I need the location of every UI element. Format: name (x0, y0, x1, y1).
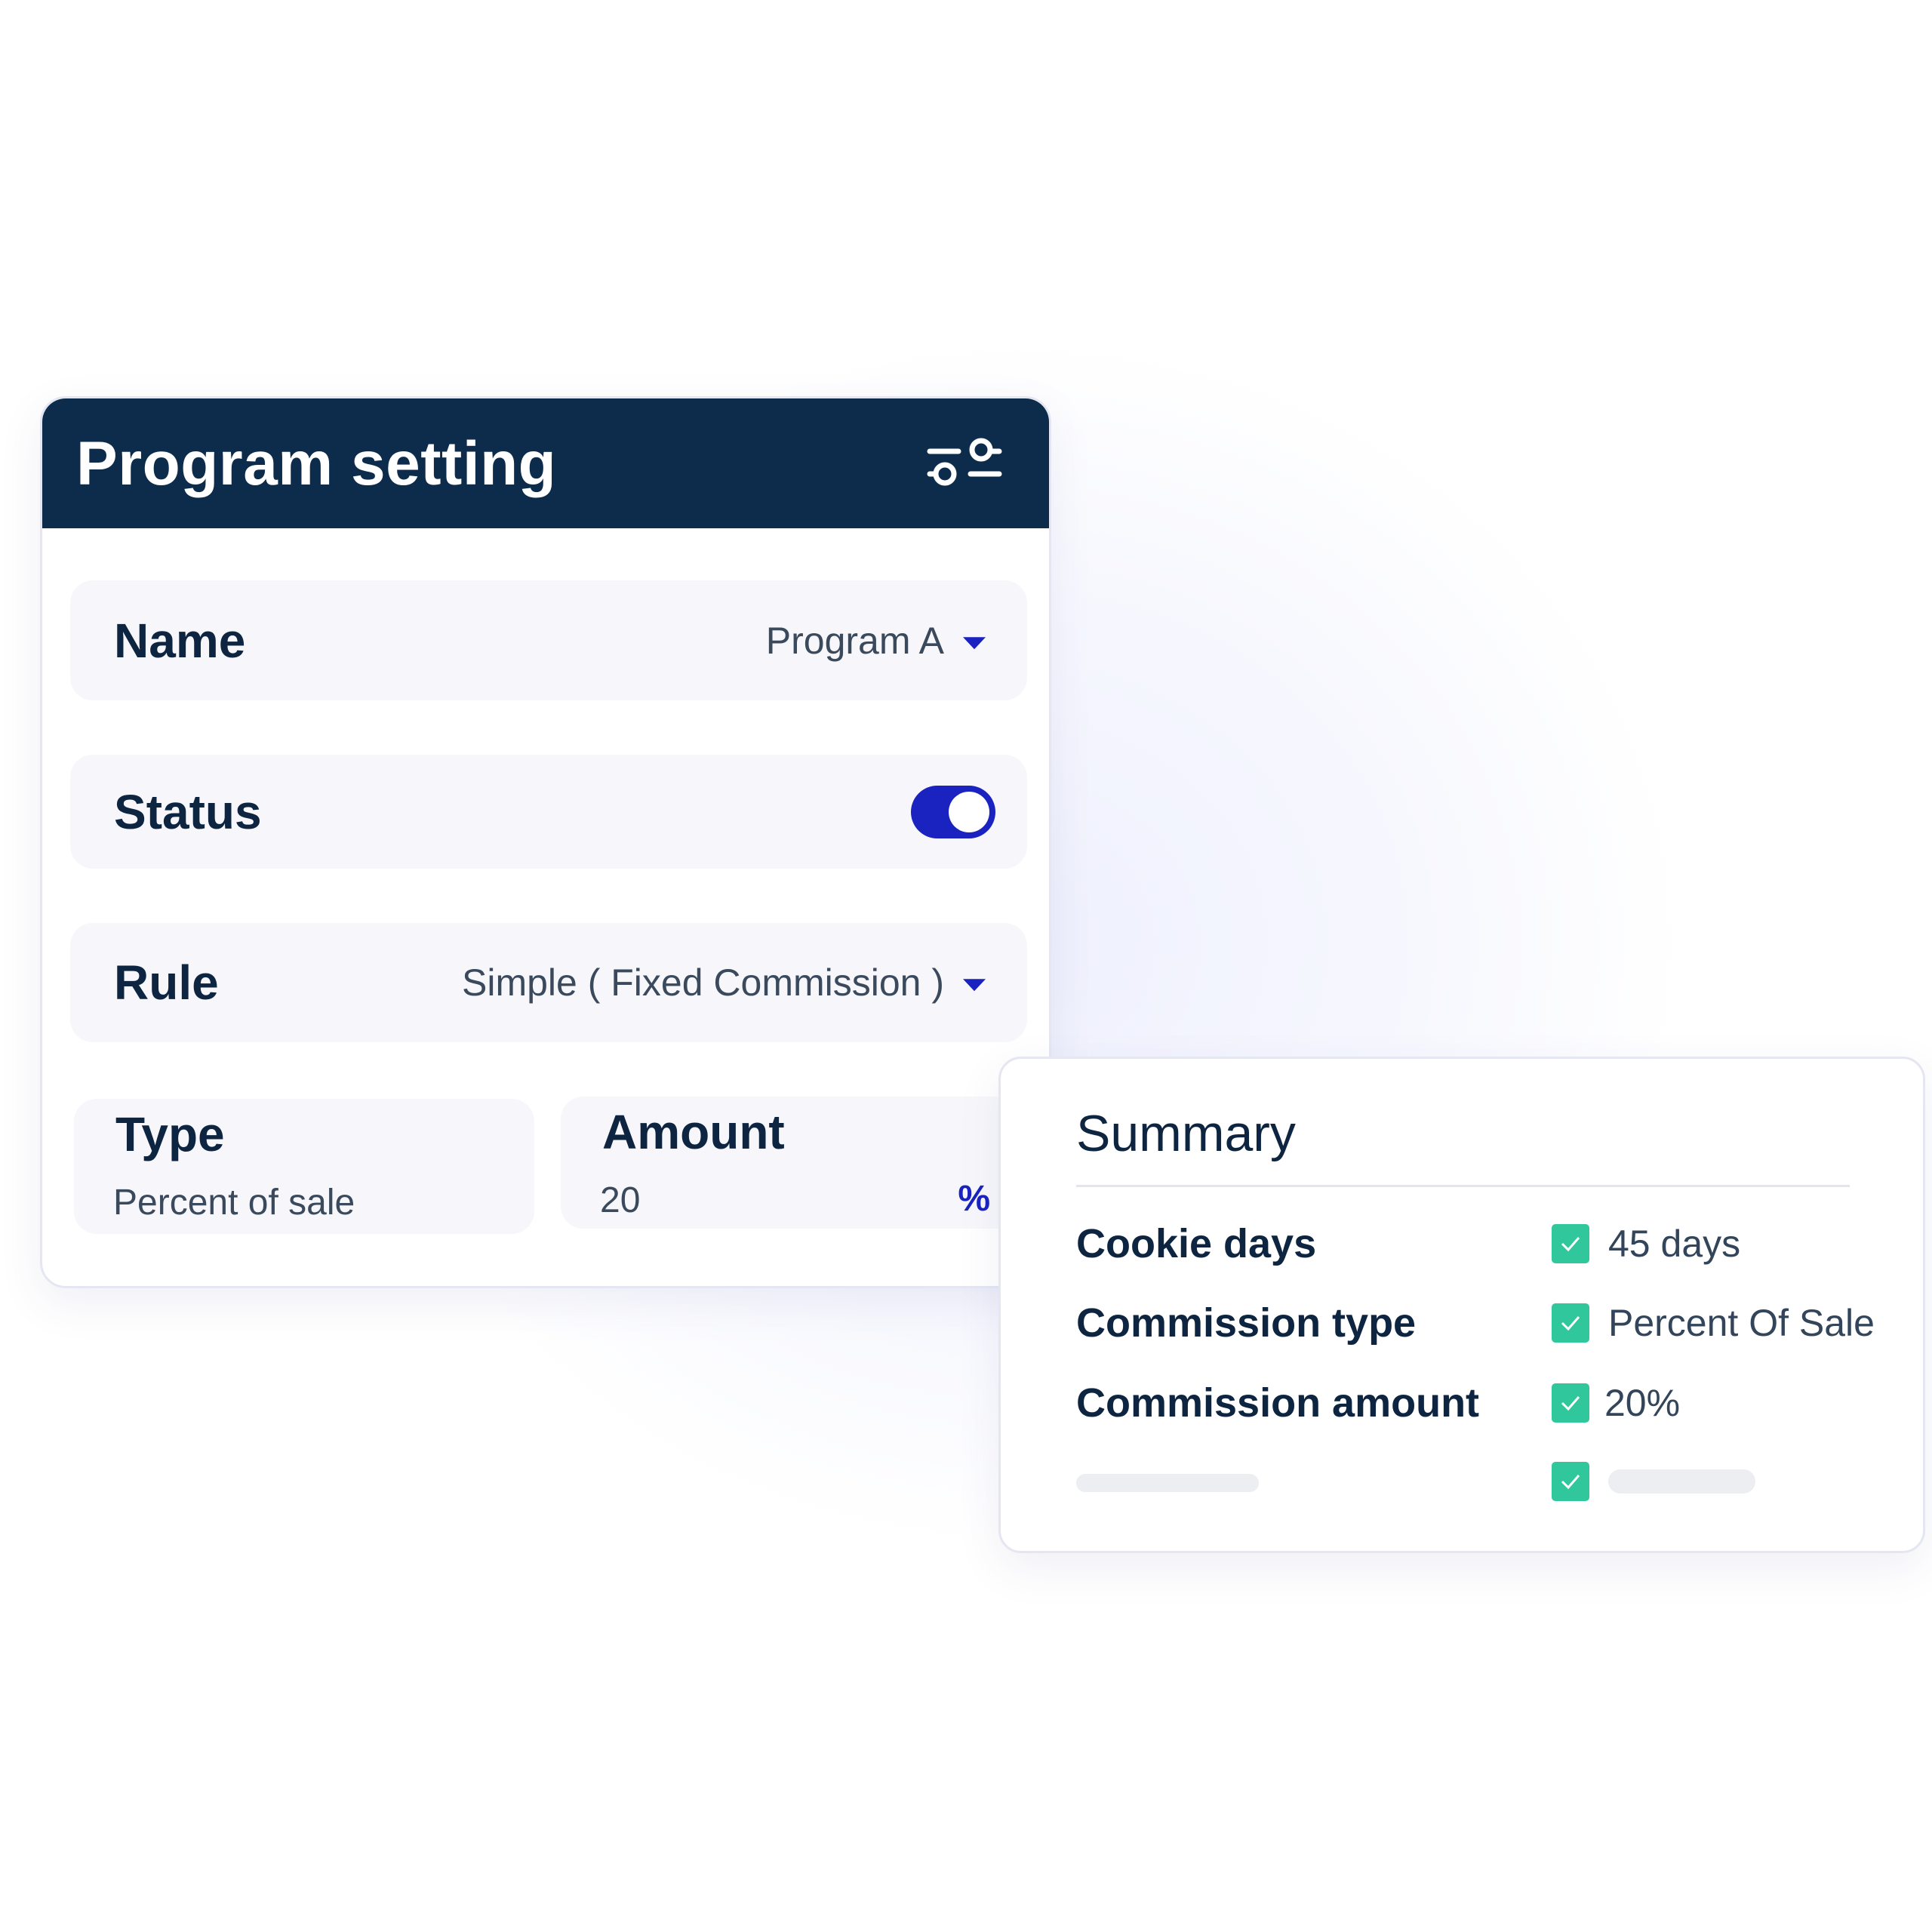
divider (1076, 1185, 1850, 1187)
summary-label: Commission type (1076, 1300, 1417, 1346)
rule-value: Simple ( Fixed Commission ) (461, 961, 944, 1004)
sliders-icon[interactable] (927, 438, 1002, 491)
name-dropdown[interactable]: Name Program A (70, 580, 1027, 700)
summary-value: Percent Of Sale (1608, 1302, 1875, 1344)
program-setting-card: Program setting Name Program A Status Ru… (40, 396, 1051, 1288)
chevron-down-icon (963, 636, 986, 649)
summary-label: Cookie days (1076, 1221, 1317, 1266)
amount-label: Amount (602, 1105, 785, 1159)
summary-card: Summary Cookie days 45 days Commission t… (998, 1057, 1925, 1553)
summary-row: Commission type Percent Of Sale (1076, 1293, 1906, 1353)
amount-input[interactable]: 20 (600, 1180, 640, 1221)
card-title: Program setting (76, 429, 557, 498)
percent-unit: % (958, 1179, 990, 1219)
checkbox-checked-icon (1552, 1224, 1589, 1263)
checkbox-checked-icon (1552, 1303, 1589, 1343)
summary-value: 20% (1604, 1382, 1681, 1424)
name-label: Name (114, 613, 246, 668)
status-row: Status (70, 755, 1027, 869)
summary-title: Summary (1076, 1105, 1296, 1162)
type-field[interactable]: Type Percent of sale (74, 1099, 534, 1234)
checkbox-checked-icon (1552, 1383, 1589, 1423)
summary-label: Commission amount (1076, 1380, 1480, 1426)
summary-row: Cookie days 45 days (1076, 1214, 1906, 1274)
skeleton-label (1076, 1474, 1259, 1492)
toggle-knob (949, 791, 989, 832)
card-header: Program setting (42, 398, 1049, 528)
type-label: Type (115, 1107, 225, 1161)
type-value: Percent of sale (113, 1183, 355, 1223)
summary-row: Commission amount 20% (1076, 1373, 1906, 1433)
rule-dropdown[interactable]: Rule Simple ( Fixed Commission ) (70, 923, 1027, 1042)
name-value: Program A (765, 619, 944, 662)
amount-field[interactable]: Amount 20 % (561, 1097, 1026, 1229)
status-label: Status (114, 784, 262, 839)
checkbox-checked-icon (1552, 1462, 1589, 1501)
skeleton-value (1608, 1469, 1755, 1494)
rule-label: Rule (114, 955, 219, 1010)
summary-value: 45 days (1608, 1223, 1741, 1265)
summary-row-placeholder (1076, 1451, 1906, 1512)
status-toggle[interactable] (911, 785, 995, 838)
chevron-down-icon (963, 979, 986, 992)
